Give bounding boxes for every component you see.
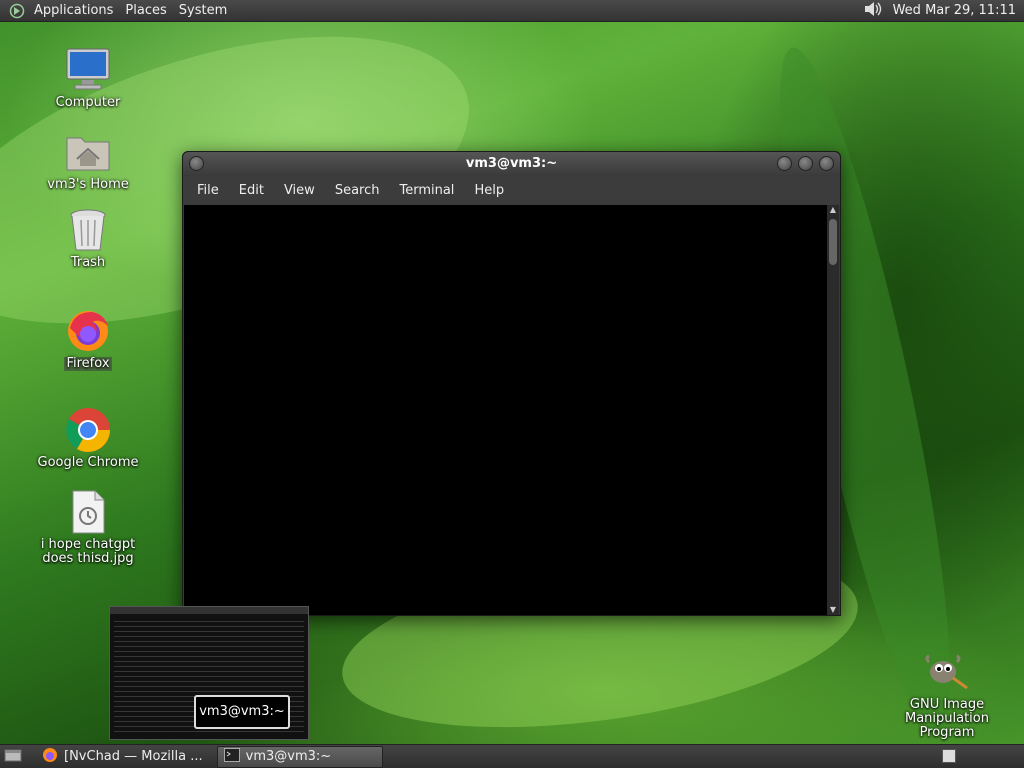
menu-terminal[interactable]: Terminal xyxy=(389,183,464,198)
close-button[interactable] xyxy=(819,156,834,171)
menu-file[interactable]: File xyxy=(187,183,229,198)
desktop-icon-chrome[interactable]: Google Chrome xyxy=(28,406,148,470)
desktop-icon-gimp[interactable]: GNU Image Manipulation Program xyxy=(876,648,1018,740)
desktop-icon-firefox[interactable]: Firefox xyxy=(28,306,148,371)
chrome-icon xyxy=(64,406,112,454)
firefox-icon xyxy=(64,306,112,354)
desktop-icon-label: Google Chrome xyxy=(37,455,139,470)
preview-tooltip: vm3@vm3:~ xyxy=(194,695,290,729)
clock[interactable]: Wed Mar 29, 11:11 xyxy=(893,3,1016,18)
menu-view[interactable]: View xyxy=(274,183,325,198)
scroll-up-arrow-icon[interactable]: ▲ xyxy=(827,205,839,215)
menu-search[interactable]: Search xyxy=(325,183,390,198)
trash-icon xyxy=(64,206,112,254)
taskbar-item-firefox[interactable]: [NvChad — Mozilla ... xyxy=(36,746,209,768)
computer-icon xyxy=(64,46,112,94)
taskbar-item-label: vm3@vm3:~ xyxy=(245,749,332,764)
preview-menubar xyxy=(110,607,308,614)
gnome-foot-icon[interactable] xyxy=(6,0,28,22)
taskbar-item-terminal[interactable]: vm3@vm3:~ xyxy=(216,745,383,768)
bottom-panel: [NvChad — Mozilla ... vm3@vm3:~ xyxy=(0,744,1024,768)
desktop-icon-image-file[interactable]: i hope chatgpt does thisd.jpg xyxy=(28,488,148,566)
window-title: vm3@vm3:~ xyxy=(465,156,558,171)
window-preview-thumbnail[interactable]: vm3@vm3:~ xyxy=(109,606,309,740)
desktop-icon-computer[interactable]: Computer xyxy=(28,46,148,110)
menu-help[interactable]: Help xyxy=(464,183,514,198)
scroll-down-arrow-icon[interactable]: ▼ xyxy=(827,605,839,615)
window-titlebar[interactable]: vm3@vm3:~ xyxy=(183,152,840,176)
show-desktop-icon[interactable] xyxy=(4,747,22,767)
scrollbar-thumb[interactable] xyxy=(829,219,837,265)
maximize-button[interactable] xyxy=(798,156,813,171)
top-panel: Applications Places System Wed Mar 29, 1… xyxy=(0,0,1024,22)
desktop-icon-label: vm3's Home xyxy=(47,177,129,192)
terminal-icon xyxy=(223,747,240,766)
window-menu-button[interactable] xyxy=(189,156,204,171)
image-file-icon xyxy=(64,488,112,536)
menu-applications[interactable]: Applications xyxy=(28,0,119,22)
terminal-window: vm3@vm3:~ File Edit View Search Terminal… xyxy=(182,151,841,616)
desktop-icon-label: GNU Image Manipulation Program xyxy=(904,697,989,740)
terminal-menubar: File Edit View Search Terminal Help xyxy=(183,176,840,204)
firefox-icon xyxy=(42,747,58,767)
desktop-icon-label: Trash xyxy=(70,255,106,270)
taskbar-item-label: [NvChad — Mozilla ... xyxy=(64,749,203,764)
gimp-icon xyxy=(923,648,971,696)
workspace-switcher[interactable] xyxy=(942,749,956,763)
menu-places[interactable]: Places xyxy=(119,0,172,22)
desktop-icon-label: Firefox xyxy=(64,356,112,371)
menu-system[interactable]: System xyxy=(173,0,233,22)
menu-edit[interactable]: Edit xyxy=(229,183,274,198)
desktop-icon-label: Computer xyxy=(55,95,121,110)
desktop-icon-home[interactable]: vm3's Home xyxy=(28,128,148,192)
desktop-icon-trash[interactable]: Trash xyxy=(28,206,148,270)
home-folder-icon xyxy=(64,128,112,176)
terminal-scrollbar[interactable]: ▲ ▼ xyxy=(827,205,839,615)
minimize-button[interactable] xyxy=(777,156,792,171)
volume-icon[interactable] xyxy=(863,0,883,22)
desktop-icon-label: i hope chatgpt does thisd.jpg xyxy=(40,537,136,566)
terminal-content[interactable] xyxy=(184,205,827,615)
